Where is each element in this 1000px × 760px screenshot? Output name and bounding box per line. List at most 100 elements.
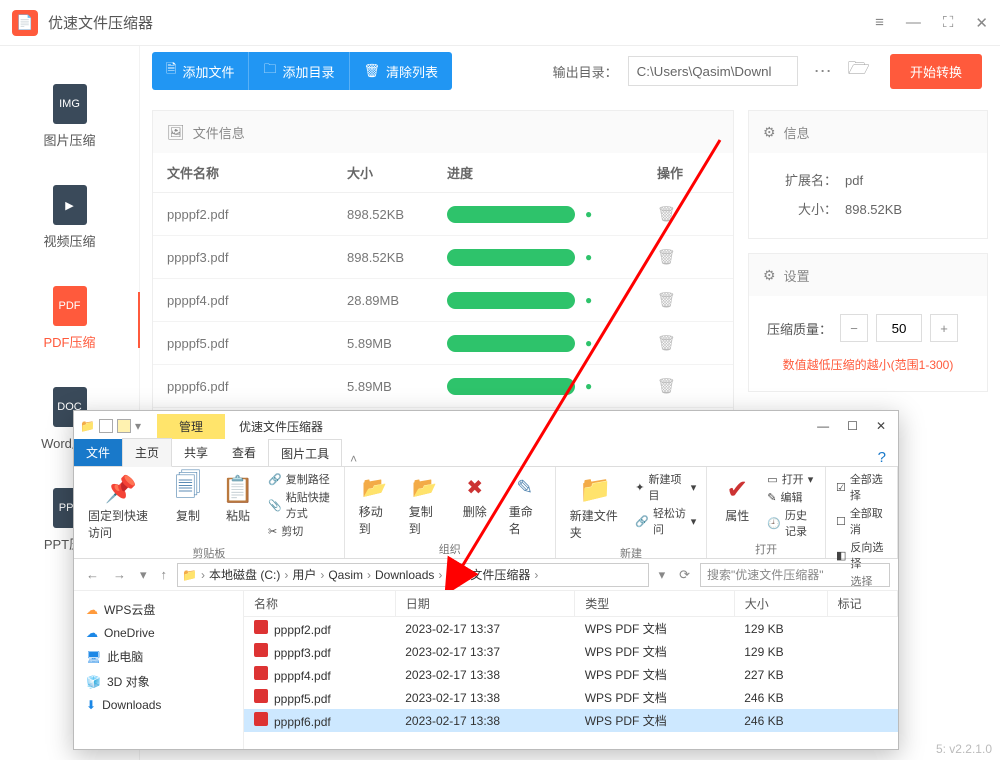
tab-view[interactable]: 查看 (220, 439, 268, 466)
explorer-row[interactable]: ppppf3.pdf2023-02-17 13:37WPS PDF 文档129 … (244, 640, 898, 663)
folder-icon: 🗀 (263, 60, 276, 82)
quality-input[interactable] (876, 314, 922, 342)
delete-row-icon[interactable]: 🗑 (617, 291, 676, 309)
tab-file[interactable]: 文件 (74, 439, 122, 466)
add-dir-button[interactable]: 🗀添加目录 (249, 52, 349, 90)
explorer-window[interactable]: 📁 ▾ 管理 优速文件压缩器 — ☐ ✕ 文件 主页 共享 查看 图片工具 ˄ … (73, 410, 899, 750)
delete-row-icon[interactable]: 🗑 (617, 377, 676, 395)
start-convert-button[interactable]: 开始转换 (890, 54, 982, 89)
copy-to-icon: 📂 (411, 473, 439, 501)
sidebar-item-视频压缩[interactable]: ▶视频压缩 (0, 167, 139, 268)
qat-checkbox[interactable] (117, 419, 131, 433)
delete-row-icon[interactable]: 🗑 (617, 334, 676, 352)
nav-up-icon[interactable]: ↑ (157, 567, 172, 582)
crumb[interactable]: 用户 (292, 566, 316, 583)
new-item-button[interactable]: ✦ 新建项目 ▾ (635, 471, 696, 503)
paste-shortcut-button[interactable]: 📎 粘贴快捷方式 (268, 489, 334, 521)
select-all-button[interactable]: ☑ 全部选择 (836, 471, 887, 503)
new-folder-button[interactable]: 📁新建文件夹 (566, 471, 625, 543)
file-row[interactable]: ppppf3.pdf 898.52KB ● 🗑 (153, 236, 733, 279)
delete-row-icon[interactable]: 🗑 (617, 205, 676, 223)
file-row[interactable]: ppppf4.pdf 28.89MB ● 🗑 (153, 279, 733, 322)
help-icon[interactable]: ? (866, 449, 898, 466)
progress-bar (447, 292, 575, 309)
explorer-row[interactable]: ppppf5.pdf2023-02-17 13:38WPS PDF 文档246 … (244, 686, 898, 709)
manage-tab[interactable]: 管理 (157, 414, 225, 439)
chevron-down-icon[interactable]: ▾ (135, 419, 141, 433)
nav-item[interactable]: 🖥此电脑 (84, 644, 233, 669)
file-row[interactable]: ppppf2.pdf 898.52KB ● 🗑 (153, 193, 733, 236)
add-file-button[interactable]: 🗎添加文件 (152, 52, 249, 90)
open-folder-icon[interactable]: 🗁 (848, 56, 870, 86)
delete-button[interactable]: ✖删除 (455, 471, 495, 522)
quality-minus-button[interactable]: − (840, 314, 868, 342)
delete-icon: ✖ (461, 473, 489, 501)
breadcrumb[interactable]: 📁›本地磁盘 (C:)›用户›Qasim›Downloads›优速文件压缩器› (177, 563, 649, 587)
address-dropdown-icon[interactable]: ▾ (655, 567, 670, 583)
select-none-button[interactable]: ☐ 全部取消 (836, 505, 887, 537)
rename-icon: ✎ (511, 473, 539, 501)
crumb[interactable]: 优速文件压缩器 (446, 566, 530, 583)
edit-button[interactable]: ✎ 编辑 (767, 489, 815, 505)
properties-button[interactable]: ✔属性 (717, 471, 757, 526)
file-row[interactable]: ppppf5.pdf 5.89MB ● 🗑 (153, 322, 733, 365)
explorer-row[interactable]: ppppf4.pdf2023-02-17 13:38WPS PDF 文档227 … (244, 663, 898, 686)
file-panel-title: 文件信息 (193, 123, 245, 142)
history-button[interactable]: 🕘 历史记录 (767, 507, 815, 539)
pdf-icon (254, 712, 268, 726)
nav-history-icon[interactable]: ▾ (136, 567, 151, 583)
menu-icon[interactable]: ≡ (875, 14, 884, 32)
cut-button[interactable]: ✂ 剪切 (268, 523, 334, 539)
crumb[interactable]: Downloads (375, 568, 434, 582)
copy-button[interactable]: 🗐复制 (168, 471, 208, 526)
output-dir-input[interactable] (628, 56, 798, 86)
pdf-icon (254, 620, 268, 634)
paste-button[interactable]: 📋粘贴 (218, 471, 258, 526)
close-icon[interactable]: ✕ (975, 14, 988, 32)
maximize-icon[interactable]: ⛶ (943, 14, 954, 32)
qat-checkbox[interactable] (99, 419, 113, 433)
nav-item[interactable]: 🧊3D 对象 (84, 669, 233, 694)
quality-label: 压缩质量： (767, 319, 832, 338)
copy-to-button[interactable]: 📂复制到 (405, 471, 445, 539)
minimize-icon[interactable]: — (906, 14, 921, 32)
rename-button[interactable]: ✎重命名 (505, 471, 545, 539)
file-icon: 🗎 (166, 60, 176, 82)
pdf-icon (254, 689, 268, 703)
file-row[interactable]: ppppf6.pdf 5.89MB ● 🗑 (153, 365, 733, 408)
tab-share[interactable]: 共享 (172, 439, 220, 466)
clear-list-button[interactable]: 🗑清除列表 (350, 52, 453, 90)
close-icon[interactable]: ✕ (876, 419, 886, 433)
explorer-file-list[interactable]: 名称 日期 类型 大小 标记 ppppf2.pdf2023-02-17 13:3… (244, 591, 898, 749)
maximize-icon[interactable]: ☐ (847, 419, 858, 433)
nav-back-icon[interactable]: ← (82, 567, 103, 582)
explorer-search-input[interactable]: 搜索"优速文件压缩器" (700, 563, 890, 587)
explorer-row[interactable]: ppppf2.pdf2023-02-17 13:37WPS PDF 文档129 … (244, 617, 898, 641)
explorer-nav: ☁WPS云盘☁OneDrive🖥此电脑🧊3D 对象⬇Downloads (74, 591, 244, 749)
quick-access-toolbar: 📁 ▾ (74, 419, 147, 433)
nav-fwd-icon[interactable]: → (109, 567, 130, 582)
sidebar-item-PDF压缩[interactable]: PDFPDF压缩 (0, 268, 139, 369)
tab-home[interactable]: 主页 (122, 438, 172, 467)
quality-plus-button[interactable]: + (930, 314, 958, 342)
open-button[interactable]: ▭ 打开 ▾ (767, 471, 815, 487)
move-to-button[interactable]: 📂移动到 (355, 471, 395, 539)
crumb[interactable]: 本地磁盘 (C:) (209, 566, 280, 583)
easy-access-button[interactable]: 🔗 轻松访问 ▾ (635, 505, 696, 537)
ribbon-collapse-icon[interactable]: ˄ (342, 452, 365, 466)
explorer-row[interactable]: ppppf6.pdf2023-02-17 13:38WPS PDF 文档246 … (244, 709, 898, 732)
nav-item[interactable]: ☁OneDrive (84, 622, 233, 644)
nav-item[interactable]: ⬇Downloads (84, 694, 233, 716)
browse-dots-button[interactable]: ⋯ (808, 61, 838, 82)
sidebar-item-图片压缩[interactable]: IMG图片压缩 (0, 66, 139, 167)
nav-item[interactable]: ☁WPS云盘 (84, 597, 233, 622)
copy-path-button[interactable]: 🔗 复制路径 (268, 471, 334, 487)
pin-button[interactable]: 📌固定到快速访问 (84, 471, 158, 543)
minimize-icon[interactable]: — (817, 419, 829, 433)
nav-icon: ☁ (86, 603, 98, 617)
refresh-icon[interactable]: ⟳ (675, 567, 694, 583)
tab-picture-tools[interactable]: 图片工具 (268, 439, 342, 467)
info-ext: pdf (845, 173, 863, 188)
crumb[interactable]: Qasim (328, 568, 363, 582)
delete-row-icon[interactable]: 🗑 (617, 248, 676, 266)
